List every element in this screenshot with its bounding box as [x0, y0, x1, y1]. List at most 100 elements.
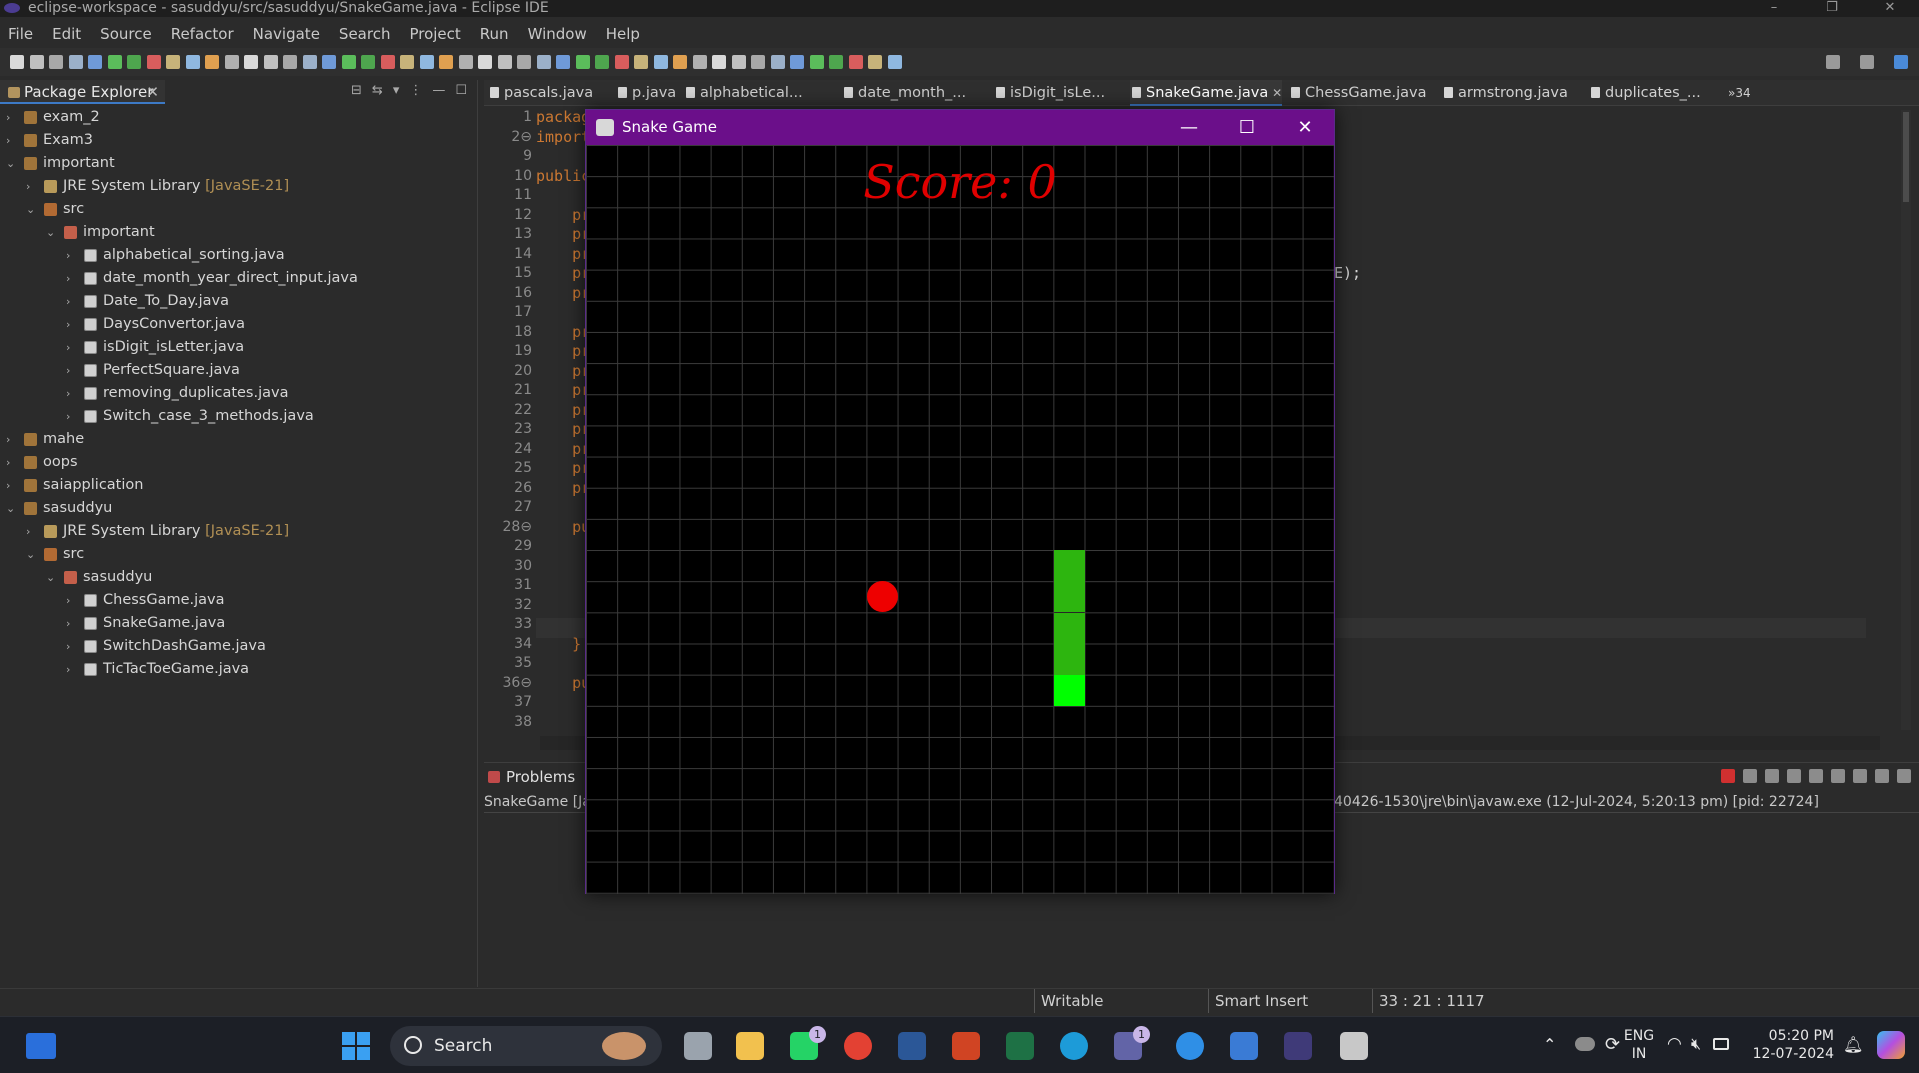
editor-tab[interactable]: SnakeGame.java ✕	[1130, 80, 1283, 106]
chevron-right-icon[interactable]: ›	[66, 313, 78, 336]
new-icon[interactable]	[478, 55, 492, 69]
tree-item[interactable]: › isDigit_isLetter.java	[0, 336, 478, 359]
run-icon[interactable]	[809, 55, 824, 69]
maximize-view-icon[interactable]	[1897, 769, 1911, 783]
toggle-icon[interactable]	[673, 55, 687, 69]
editor-tab[interactable]: armstrong.java	[1442, 80, 1568, 106]
external-tools-icon[interactable]	[380, 55, 395, 69]
clock[interactable]: 05:20 PM 12-07-2024	[1734, 1027, 1834, 1063]
chevron-right-icon[interactable]: ›	[6, 129, 18, 152]
save-icon[interactable]	[29, 55, 44, 69]
chevron-right-icon[interactable]: ›	[66, 336, 78, 359]
volume-muted-icon[interactable]: 🔇︎	[1691, 1034, 1701, 1054]
external-tools-icon[interactable]	[146, 55, 161, 69]
undo-icon[interactable]	[536, 55, 551, 69]
scroll-thumb[interactable]	[1903, 112, 1909, 202]
chevron-down-icon[interactable]: ⌄	[6, 152, 18, 175]
save-all-icon[interactable]	[517, 55, 531, 69]
word-icon[interactable]	[898, 1032, 926, 1060]
java-perspective-icon[interactable]	[1894, 55, 1908, 69]
save-icon[interactable]	[497, 55, 512, 69]
tree-item[interactable]: › DaysConvertor.java	[0, 313, 478, 336]
tree-item[interactable]: ⌄ sasuddyu	[0, 497, 478, 520]
tree-item[interactable]: › oops	[0, 451, 478, 474]
view-menu-icon[interactable]: ⋮	[409, 83, 422, 98]
save-all-icon[interactable]	[283, 55, 297, 69]
wifi-icon[interactable]: ◠	[1667, 1034, 1682, 1054]
menu-edit[interactable]: Edit	[44, 22, 92, 46]
copilot-icon[interactable]	[1877, 1031, 1905, 1059]
menu-run[interactable]: Run	[472, 22, 520, 46]
chevron-down-icon[interactable]: ⌄	[26, 198, 38, 221]
debug-icon[interactable]	[127, 55, 141, 69]
sync-icon[interactable]: ⟳	[1605, 1034, 1620, 1055]
tree-item[interactable]: › JRE System Library [JavaSE-21]	[0, 175, 478, 198]
java-app-icon[interactable]	[1340, 1032, 1368, 1060]
tree-item[interactable]: › ChessGame.java	[0, 589, 478, 612]
editor-tab[interactable]: ChessGame.java	[1289, 80, 1427, 106]
tree-item[interactable]: ⌄ important	[0, 221, 478, 244]
chevron-right-icon[interactable]: ›	[66, 405, 78, 428]
redo-icon[interactable]	[322, 55, 336, 69]
powerpoint-icon[interactable]	[952, 1032, 980, 1060]
snake-game-titlebar[interactable]: Snake Game — ☐ ✕	[586, 110, 1334, 145]
maximize-button[interactable]: ☐	[1218, 110, 1276, 145]
minimize-view-icon[interactable]	[1875, 769, 1889, 783]
chevron-right-icon[interactable]: ›	[26, 175, 38, 198]
search-icon[interactable]	[887, 55, 902, 69]
undo-icon[interactable]	[68, 55, 83, 69]
nav-icon[interactable]	[458, 55, 473, 69]
tree-item[interactable]: ⌄ src	[0, 543, 478, 566]
game-board[interactable]: Score: 0	[586, 145, 1334, 894]
filter-icon[interactable]: ▾	[393, 83, 400, 98]
edge-icon[interactable]	[1060, 1032, 1088, 1060]
code-text[interactable]: packag import public pr pr pr pr pr pr pr …	[536, 108, 590, 732]
close-tab-icon[interactable]: ✕	[1268, 86, 1282, 100]
tree-item[interactable]: › Exam3	[0, 129, 478, 152]
external-tools-icon[interactable]	[614, 55, 629, 69]
editor-tab[interactable]: pascals.java	[488, 80, 593, 106]
tab-overflow-button[interactable]: »34	[1728, 80, 1751, 106]
restore-button[interactable]: ❐	[1803, 0, 1861, 17]
menu-search[interactable]: Search	[331, 22, 402, 46]
menu-project[interactable]: Project	[401, 22, 471, 46]
display-console-icon[interactable]	[1853, 769, 1867, 783]
debug-icon[interactable]	[595, 55, 609, 69]
chevron-right-icon[interactable]: ›	[66, 290, 78, 313]
open-type-icon[interactable]	[634, 55, 648, 69]
redo-icon[interactable]	[790, 55, 804, 69]
minimize-button[interactable]: —	[1160, 110, 1218, 145]
search-icon[interactable]	[419, 55, 434, 69]
tree-item[interactable]: ⌄ sasuddyu	[0, 566, 478, 589]
chevron-right-icon[interactable]: ›	[66, 658, 78, 681]
undo-icon[interactable]	[302, 55, 317, 69]
chevron-right-icon[interactable]: ›	[66, 359, 78, 382]
save-all-icon[interactable]	[49, 55, 63, 69]
battery-icon[interactable]	[1713, 1038, 1729, 1050]
tree-item[interactable]: › Switch_case_3_methods.java	[0, 405, 478, 428]
editor-tab[interactable]: p.java	[616, 80, 676, 106]
tree-item[interactable]: › exam_2	[0, 106, 478, 129]
store-icon[interactable]	[1230, 1032, 1258, 1060]
nav-icon[interactable]	[224, 55, 239, 69]
run-icon[interactable]	[575, 55, 590, 69]
eclipse-icon[interactable]	[1284, 1032, 1312, 1060]
menu-navigate[interactable]: Navigate	[245, 22, 331, 46]
chevron-right-icon[interactable]: ›	[6, 474, 18, 497]
tree-item[interactable]: › mahe	[0, 428, 478, 451]
terminate-icon[interactable]	[1721, 769, 1735, 783]
new-icon[interactable]	[712, 55, 726, 69]
chevron-right-icon[interactable]: ›	[6, 428, 18, 451]
toggle-icon[interactable]	[205, 55, 219, 69]
editor-tab[interactable]: duplicates_...	[1589, 80, 1701, 106]
maximize-view-icon[interactable]: ☐	[455, 83, 467, 98]
tree-item[interactable]: › alphabetical_sorting.java	[0, 244, 478, 267]
close-button[interactable]: ✕	[1276, 110, 1334, 145]
redo-icon[interactable]	[556, 55, 570, 69]
tab-package-explorer[interactable]: Package Explorer ✕	[0, 80, 165, 104]
tree-item[interactable]: › PerfectSquare.java	[0, 359, 478, 382]
tab-problems[interactable]: Problems	[484, 765, 575, 789]
quick-access-search-icon[interactable]	[1826, 55, 1840, 69]
widgets-icon[interactable]	[26, 1033, 56, 1059]
menu-refactor[interactable]: Refactor	[163, 22, 245, 46]
